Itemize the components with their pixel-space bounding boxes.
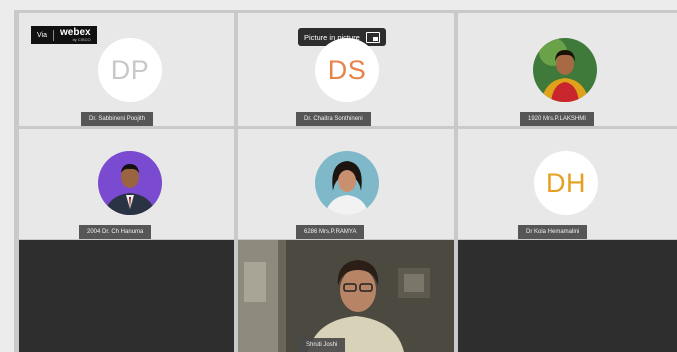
participant-video [238,240,454,352]
participant-name: Dr. Chaitra Sonthineni [296,112,371,126]
avatar-initials: DP [98,38,162,102]
participant-tile[interactable]: Via webex by CISCO DP Dr. Sabbineni Pooji… [19,13,234,126]
participant-tile[interactable]: Picture in picture DS Dr. Chaitra Sonthi… [238,13,454,126]
participant-name: Dr. Sabbineni Poojith [81,112,154,126]
avatar-initials: DH [534,151,598,215]
participant-video-tile[interactable]: Shruti Joshi [238,240,454,352]
avatar-photo [533,38,597,102]
avatar-photo [315,151,379,215]
webex-logo: webex by CISCO [60,27,91,43]
empty-tile [19,240,234,352]
participant-name: Dr Kola Hemamalini [518,225,588,239]
badge-divider [53,29,54,41]
webex-badge: Via webex by CISCO [31,26,97,44]
participant-tile[interactable]: 1920 Mrs.P.LAKSHMI [458,13,677,126]
badge-via: Via [37,31,47,39]
participant-name: 1920 Mrs.P.LAKSHMI [520,112,594,126]
picture-in-picture-icon [365,31,380,43]
meeting-grid: Via webex by CISCO DP Dr. Sabbineni Pooji… [14,10,677,352]
participant-tile[interactable]: DH Dr Kola Hemamalini [458,129,677,239]
avatar-initials: DS [315,38,379,102]
avatar-photo [98,151,162,215]
participant-name: 6286 Mrs.P.RAMYA [296,225,365,239]
participant-tile[interactable]: 2004 Dr. Ch Hanuma [19,129,234,239]
participant-tile[interactable]: 6286 Mrs.P.RAMYA [238,129,454,239]
participant-name: Shruti Joshi [298,338,346,352]
participant-name: 2004 Dr. Ch Hanuma [79,225,152,239]
empty-tile [458,240,677,352]
